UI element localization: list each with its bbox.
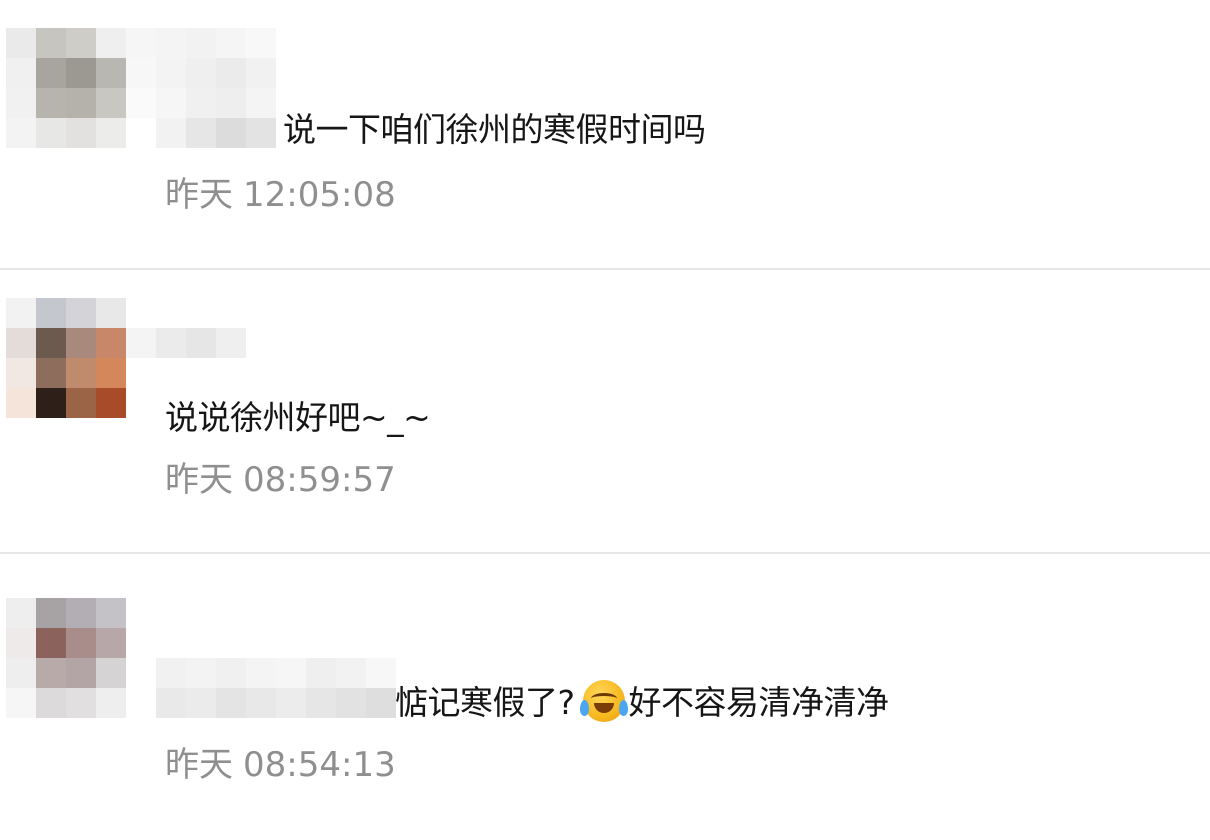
- comment-text: 说一下咱们徐州的寒假时间吗: [283, 110, 706, 149]
- comment-timestamp: 昨天 08:54:13: [165, 745, 396, 785]
- avatar[interactable]: [6, 28, 126, 148]
- timestamp-time: 12:05:08: [243, 175, 396, 215]
- comment-timestamp: 昨天 08:59:57: [165, 460, 396, 500]
- timestamp-time: 08:54:13: [243, 745, 396, 785]
- comment-text-part: 好不容易清净清净: [628, 683, 890, 722]
- comment-timestamp: 昨天 12:05:08: [165, 175, 396, 215]
- timestamp-day: 昨天: [165, 175, 233, 215]
- timestamp-time: 08:59:57: [243, 460, 396, 500]
- laugh-cry-emoji-icon: [579, 680, 628, 722]
- comment-item: 说说徐州好吧~_~ 昨天 08:59:57: [0, 270, 1210, 552]
- avatar[interactable]: [6, 598, 126, 718]
- comment-item: 惦记寒假了? 好不容易清净清净 昨天 08:54:13: [0, 554, 1210, 840]
- username-blurred[interactable]: [156, 658, 396, 718]
- timestamp-day: 昨天: [165, 460, 233, 500]
- timestamp-day: 昨天: [165, 745, 233, 785]
- username-blurred[interactable]: [126, 28, 276, 148]
- comment-text: 说说徐州好吧~_~: [165, 398, 431, 437]
- avatar[interactable]: [6, 298, 126, 418]
- comment-text: 惦记寒假了? 好不容易清净清净: [395, 680, 889, 723]
- username-blurred[interactable]: [126, 328, 246, 358]
- comment-item: 说一下咱们徐州的寒假时间吗 昨天 12:05:08: [0, 0, 1210, 268]
- comment-text-part: 惦记寒假了?: [395, 683, 575, 722]
